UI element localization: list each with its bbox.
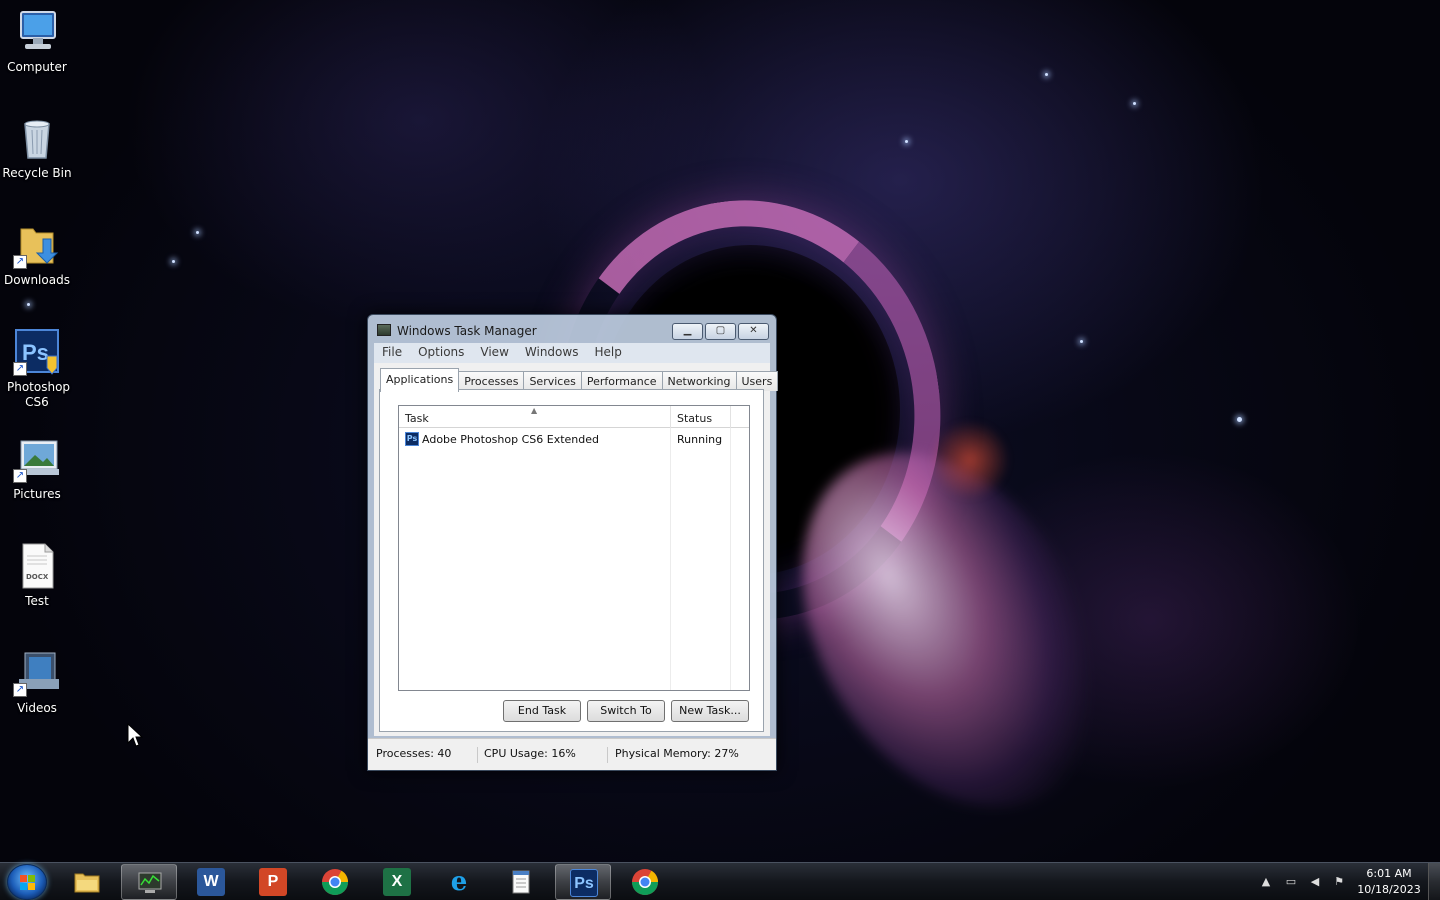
menu-options[interactable]: Options	[410, 343, 472, 363]
action-center-flag-icon[interactable]: ⚑	[1331, 875, 1347, 889]
tab-users[interactable]: Users	[735, 371, 779, 391]
tab-networking[interactable]: Networking	[661, 371, 737, 391]
desktop-icon-computer[interactable]: Computer	[0, 8, 74, 75]
task-status: Running	[677, 433, 723, 446]
pictures-icon: ↗	[13, 435, 61, 483]
status-cpu-usage: CPU Usage: 16%	[476, 747, 608, 763]
task-manager-icon	[377, 324, 391, 336]
desktop-icon-label: Recycle Bin	[2, 166, 72, 180]
taskbar-task-manager-button[interactable]	[121, 864, 177, 900]
chrome-icon	[321, 869, 349, 896]
desktop-icon-downloads[interactable]: ↗ Downloads	[0, 221, 74, 288]
taskbar-notepad-button[interactable]	[493, 864, 549, 900]
folder-downloads-icon: ↗	[13, 221, 61, 269]
menu-windows[interactable]: Windows	[517, 343, 587, 363]
powerpoint-icon: P	[259, 868, 287, 896]
shortcut-arrow-icon: ↗	[13, 469, 27, 483]
shortcut-arrow-icon: ↗	[13, 362, 27, 376]
desktop-icon-label: Pictures	[13, 487, 61, 501]
volume-muted-icon[interactable]: ◀	[1307, 875, 1323, 889]
task-manager-window[interactable]: Windows Task Manager ▁ ▢ ✕ File Options …	[367, 314, 779, 771]
taskbar-powerpoint-button[interactable]: P	[245, 864, 301, 900]
mouse-cursor-icon	[127, 723, 143, 747]
tab-services[interactable]: Services	[523, 371, 582, 391]
desktop-icon-label: Videos	[17, 701, 57, 715]
docx-file-icon: DOCX	[13, 542, 61, 590]
table-row[interactable]: Ps Adobe Photoshop CS6 Extended Running	[399, 430, 749, 448]
docx-badge: DOCX	[26, 573, 49, 581]
desktop-icon-recycle-bin[interactable]: Recycle Bin	[0, 114, 74, 181]
recycle-bin-icon	[13, 114, 61, 162]
taskbar: W P X e Ps ▲ ▭ ◀ ⚑ 6:01 AM 10/18/2023	[0, 862, 1440, 900]
system-clock[interactable]: 6:01 AM 10/18/2023	[1350, 866, 1428, 898]
photoshop-icon: Ps ↗	[13, 328, 61, 376]
taskbar-chrome-button[interactable]	[307, 864, 363, 900]
task-manager-icon	[138, 872, 162, 893]
notepad-icon	[512, 870, 530, 894]
photoshop-icon: Ps	[405, 432, 419, 446]
shortcut-arrow-icon: ↗	[13, 683, 27, 697]
taskbar-excel-button[interactable]: X	[369, 864, 425, 900]
applications-panel: Task Status ▲ Ps Adobe Photoshop CS6 Ext…	[379, 389, 764, 732]
show-hidden-icons-button[interactable]: ▲	[1258, 875, 1274, 889]
desktop-icon-photoshop[interactable]: Ps ↗ Photoshop CS6	[0, 328, 74, 410]
window-title: Windows Task Manager	[397, 324, 537, 338]
taskbar-photoshop-button[interactable]: Ps	[555, 864, 611, 900]
desktop-icon-label: Computer	[7, 60, 67, 74]
status-bar: Processes: 40 CPU Usage: 16% Physical Me…	[368, 738, 776, 770]
tab-strip: Applications Processes Services Performa…	[380, 368, 779, 392]
start-button[interactable]	[7, 864, 47, 900]
menu-view[interactable]: View	[472, 343, 516, 363]
desktop-icon-pictures[interactable]: ↗ Pictures	[0, 435, 74, 502]
tab-processes[interactable]: Processes	[458, 371, 525, 391]
menu-help[interactable]: Help	[586, 343, 629, 363]
column-header-status[interactable]: Status	[671, 406, 731, 428]
maximize-button[interactable]: ▢	[705, 323, 736, 340]
desktop-icon-label: Photoshop CS6	[7, 380, 71, 409]
word-icon: W	[197, 868, 225, 896]
menu-file[interactable]: File	[374, 343, 410, 363]
sort-ascending-icon: ▲	[531, 406, 538, 415]
end-task-button[interactable]: End Task	[503, 700, 581, 722]
task-name: Adobe Photoshop CS6 Extended	[422, 433, 599, 446]
computer-icon	[13, 8, 61, 56]
network-icon[interactable]: ▭	[1283, 875, 1299, 889]
desktop-icon-test-docx[interactable]: DOCX Test	[0, 542, 74, 609]
excel-icon: X	[383, 868, 411, 896]
switch-to-button[interactable]: Switch To	[587, 700, 665, 722]
menu-bar: File Options View Windows Help	[374, 343, 770, 363]
status-processes: Processes: 40	[368, 747, 478, 763]
taskbar-ie-button[interactable]: e	[431, 864, 487, 900]
list-header: Task Status ▲	[399, 406, 749, 428]
tab-performance[interactable]: Performance	[580, 371, 663, 391]
show-desktop-button[interactable]	[1428, 863, 1440, 900]
title-bar[interactable]: Windows Task Manager ▁ ▢ ✕	[368, 315, 776, 345]
status-physical-memory: Physical Memory: 27%	[615, 747, 739, 760]
folder-icon	[74, 873, 100, 893]
clock-time: 6:01 AM	[1366, 867, 1412, 880]
taskbar-word-button[interactable]: W	[183, 864, 239, 900]
desktop-icon-label: Downloads	[4, 273, 70, 287]
new-task-button[interactable]: New Task...	[671, 700, 749, 722]
taskbar-chrome-2-button[interactable]	[617, 864, 673, 900]
videos-icon: ↗	[13, 649, 61, 697]
tab-applications[interactable]: Applications	[380, 368, 460, 392]
desktop-icon-videos[interactable]: ↗ Videos	[0, 649, 74, 716]
taskbar-explorer-button[interactable]	[59, 864, 115, 900]
chrome-icon	[631, 869, 659, 896]
clock-date: 10/18/2023	[1357, 883, 1421, 896]
windows-logo-icon	[20, 875, 35, 890]
ie-icon: e	[450, 867, 468, 897]
window-client-area: Applications Processes Services Performa…	[374, 363, 779, 736]
close-button[interactable]: ✕	[738, 323, 769, 340]
photoshop-icon: Ps	[570, 869, 598, 897]
desktop-icon-label: Test	[25, 594, 49, 608]
applications-list[interactable]: Task Status ▲ Ps Adobe Photoshop CS6 Ext…	[398, 405, 750, 691]
shortcut-arrow-icon: ↗	[13, 255, 27, 269]
minimize-button[interactable]: ▁	[672, 323, 703, 340]
